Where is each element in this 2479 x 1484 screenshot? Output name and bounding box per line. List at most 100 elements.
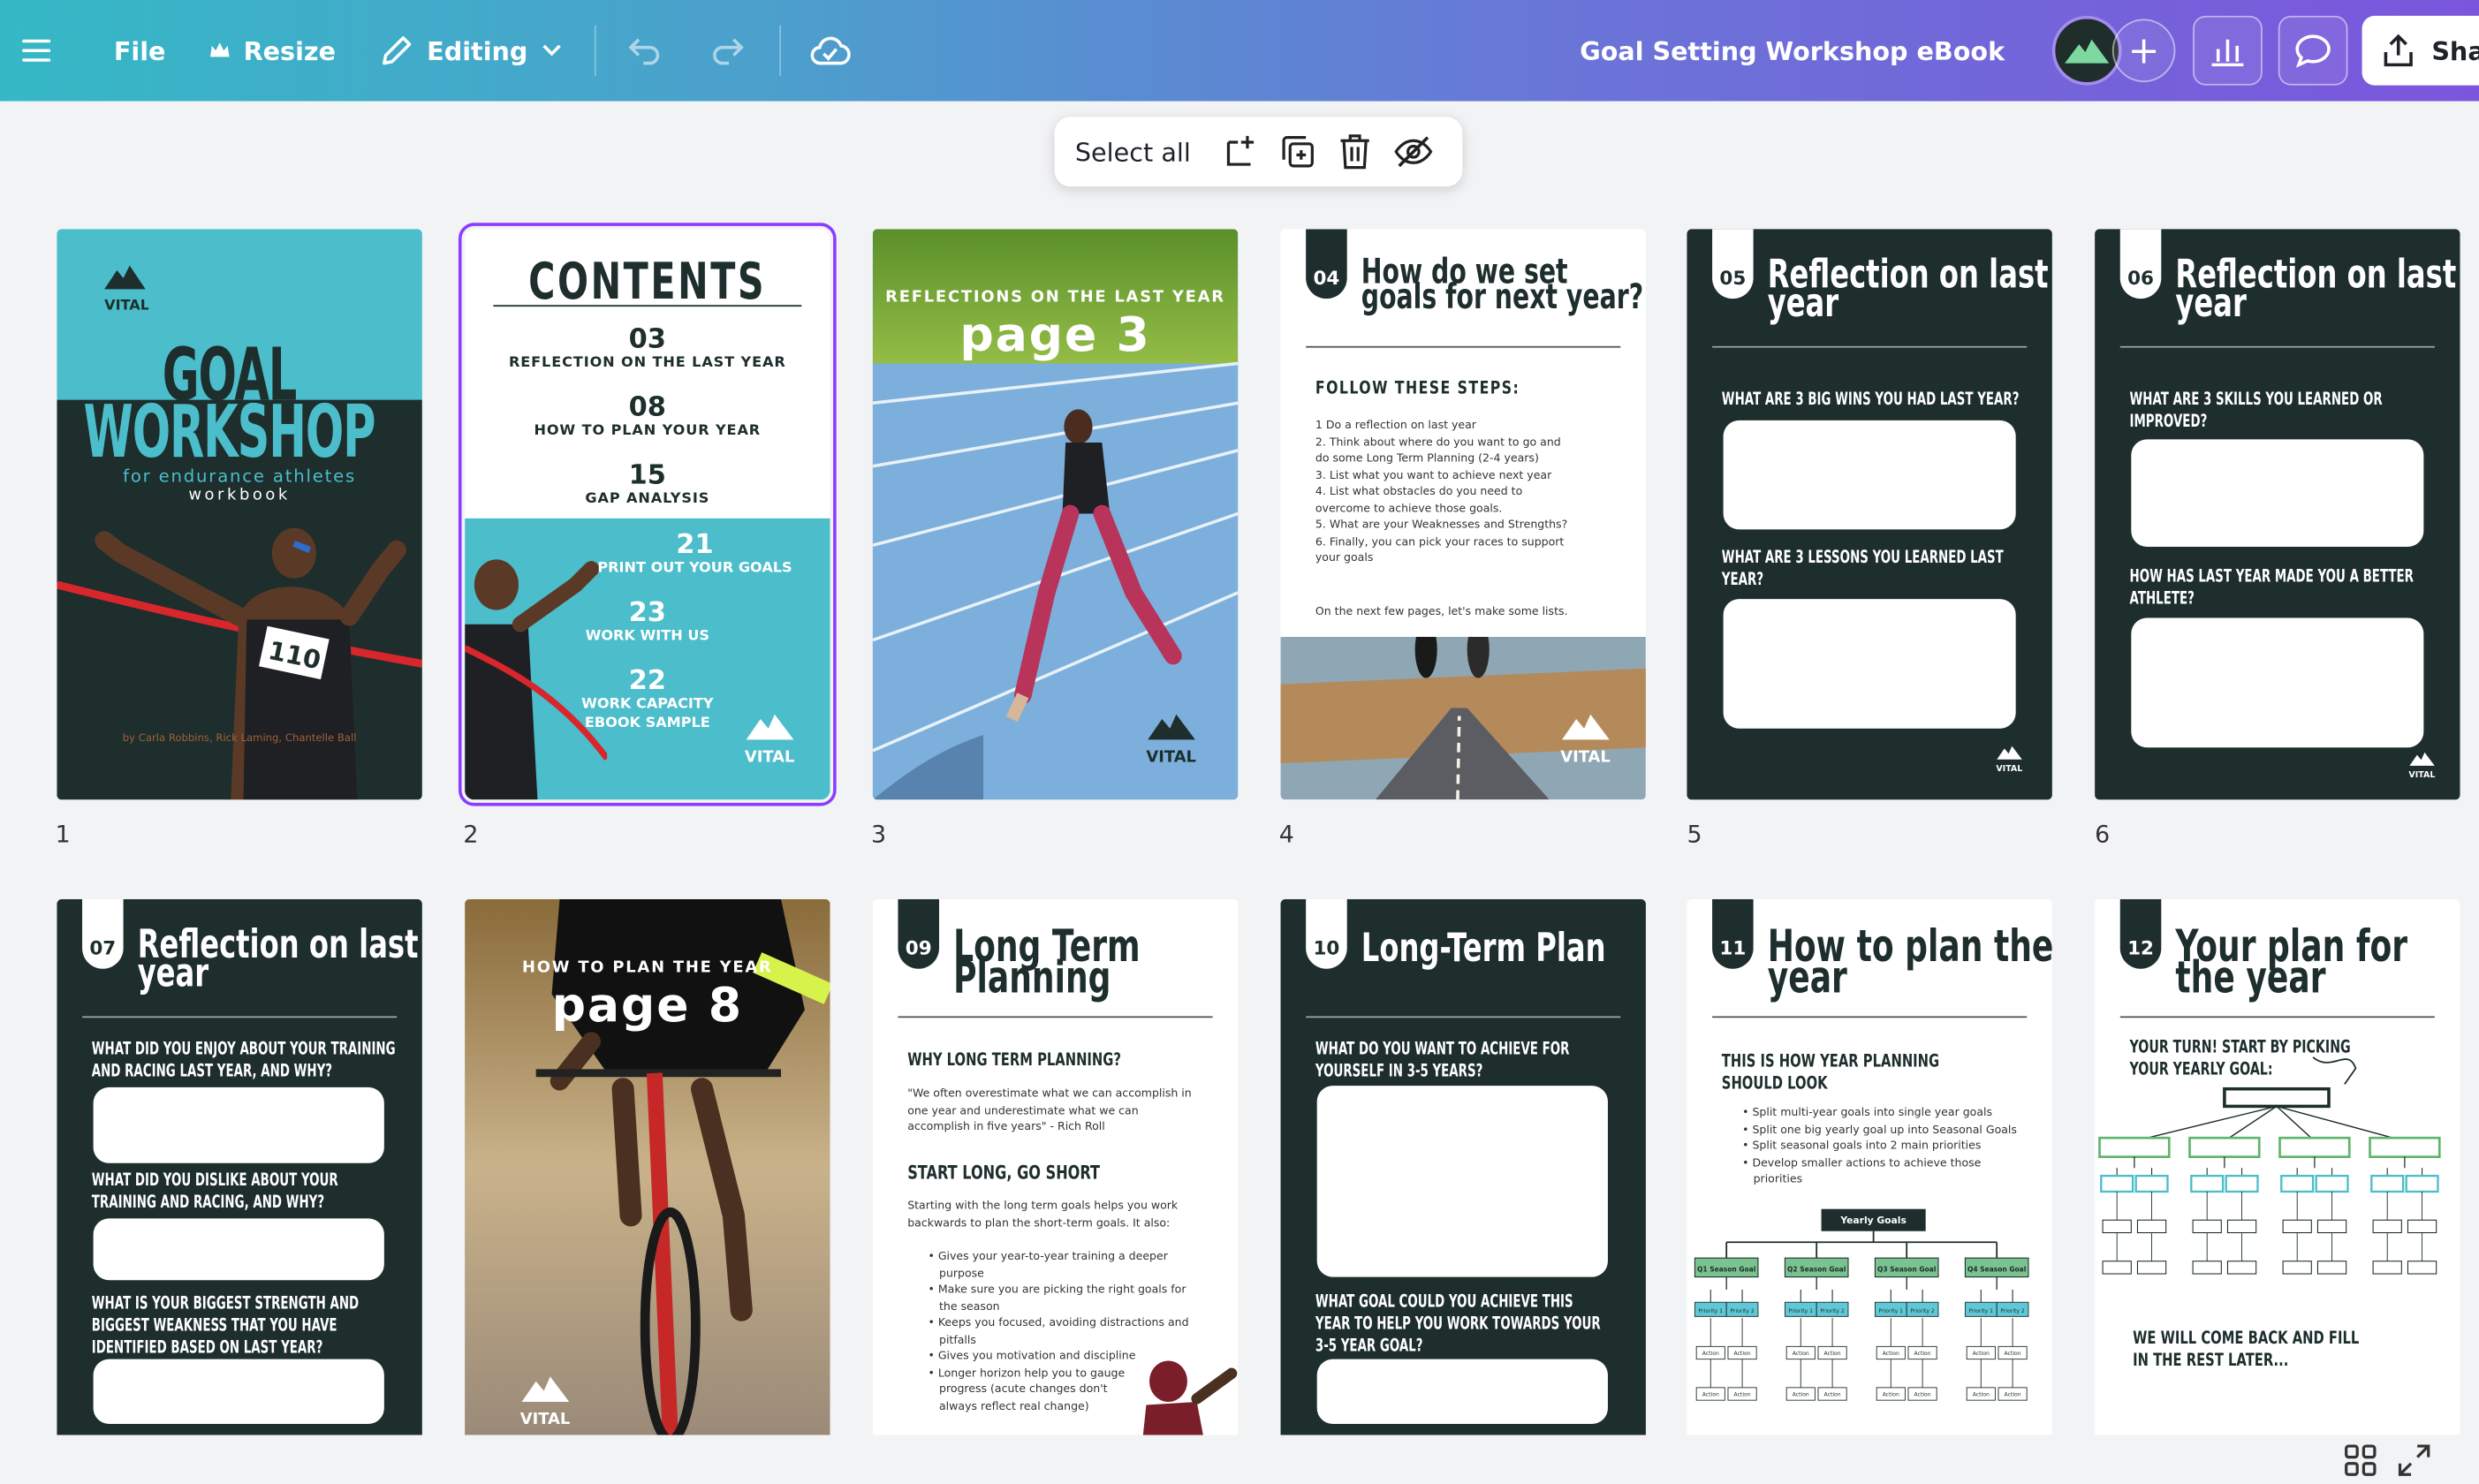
divider (2119, 345, 2435, 348)
season-blank-node (2369, 1136, 2441, 1158)
tree-connector (1980, 1276, 1998, 1303)
steps-heading: FOLLOW THESE STEPS: (1315, 377, 1520, 398)
redo-button[interactable] (709, 0, 747, 102)
menu-button[interactable] (22, 0, 51, 102)
vital-logo-icon: VITAL (1146, 714, 1196, 765)
page-thumbnail-11[interactable]: 11 How to plan the year THIS IS HOW YEAR… (1687, 899, 2052, 1435)
hamburger-icon (22, 39, 51, 62)
text-line: one year and underestimate what we can (907, 1103, 1139, 1117)
text-line: Starting with the long term goals helps … (907, 1199, 1179, 1213)
undo-button[interactable] (626, 0, 664, 102)
page-thumbnail-7[interactable]: 07 Reflection on last year WHAT DID YOU … (57, 899, 422, 1435)
steps-footer: On the next few pages, let's make some l… (1315, 605, 1568, 618)
document-title[interactable]: Goal Setting Workshop eBook (1580, 0, 2005, 102)
question-text: WHAT ARE 3 BIG WINS YOU HAD LAST YEAR? (1721, 389, 2020, 410)
title-line: Planning (953, 951, 1111, 1004)
page-thumbnail-2[interactable]: CONTENTS 03 REFLECTION ON THE LAST YEAR … (458, 223, 837, 806)
page-thumbnail-12[interactable]: 12 Your plan for the year YOUR TURN! STA… (2095, 899, 2460, 1435)
bullet-line: • Split seasonal goals into 2 main prior… (1742, 1139, 1982, 1153)
page-thumbnail-6[interactable]: 06 Reflection on last year WHAT ARE 3 SK… (2095, 229, 2460, 800)
priority-blank-node (2100, 1174, 2134, 1193)
page-tab-number: 05 (1712, 229, 1754, 299)
page-title: How do we set goals for next year? (1361, 255, 1646, 315)
page-title: How to plan the year (1768, 924, 2052, 1000)
page-thumbnail-1[interactable]: VITAL GOAL SETTING WORKSHOP for enduranc… (57, 229, 422, 800)
add-page-icon[interactable] (1223, 132, 1261, 170)
answer-box[interactable] (1723, 599, 2016, 729)
action-label: Action (1702, 1351, 1719, 1357)
question-text: WHAT ARE 3 SKILLS YOU LEARNED OR (2129, 389, 2383, 410)
duplicate-page-icon[interactable] (1279, 132, 1317, 170)
grid-view-icon[interactable] (2343, 1442, 2377, 1477)
insights-button[interactable] (2193, 15, 2263, 86)
bullet-list: • Split multi-year goals into single yea… (1742, 1105, 2043, 1188)
action-label: Action (1824, 1392, 1841, 1398)
season-goal-label: Q4 Season Goal (1967, 1265, 2026, 1273)
avatar[interactable] (2051, 15, 2122, 86)
priority-blank-node (2280, 1174, 2315, 1193)
select-all-button[interactable]: Select all (1075, 137, 1191, 167)
vital-logo-icon: VITAL (2408, 752, 2435, 779)
save-status[interactable] (809, 0, 851, 102)
tree-connector (1890, 1276, 1907, 1303)
footer-note-text: WE WILL COME BACK AND FILL (2133, 1327, 2360, 1349)
answer-box[interactable] (2131, 617, 2424, 748)
answer-box[interactable] (2131, 439, 2424, 548)
fullscreen-icon[interactable] (2397, 1442, 2431, 1477)
question-label: WHAT IS YOUR BIGGEST STRENGTH AND BIGGEST… (92, 1293, 422, 1359)
tree-connector (1996, 1276, 2013, 1303)
svg-text:VITAL: VITAL (2408, 770, 2435, 779)
page-big-title: page 8 (551, 978, 743, 1034)
action-label: Action (1793, 1392, 1809, 1398)
football-player-image (1142, 1360, 1238, 1435)
section-heading-text: THIS IS HOW YEAR PLANNING (1721, 1050, 1940, 1072)
priority-blank-node (2134, 1174, 2169, 1193)
hide-page-icon[interactable] (1393, 132, 1435, 170)
undo-icon (628, 38, 660, 65)
answer-box[interactable] (93, 1359, 384, 1425)
resize-button[interactable]: Resize (208, 0, 336, 102)
page-thumbnail-5[interactable]: 05 Reflection on last year WHAT ARE 3 BI… (1687, 229, 2052, 800)
action-blank-node (2192, 1219, 2222, 1234)
add-collaborator-button[interactable]: + (2111, 19, 2176, 83)
toc-title: CONTENTS (528, 251, 767, 312)
answer-box[interactable] (93, 1086, 384, 1163)
page-tab-number: 11 (1712, 899, 1754, 969)
question-text: WHAT DO YOU WANT TO ACHIEVE FOR (1315, 1038, 1570, 1059)
bullet-line: priorities (1753, 1172, 1803, 1185)
page-tab-number: 06 (2119, 229, 2162, 299)
action-blank-node (2407, 1261, 2437, 1275)
cover-workbook-label: workbook (188, 487, 291, 504)
page-kicker: HOW TO PLAN THE YEAR (521, 959, 773, 977)
chevron-down-icon (542, 44, 561, 57)
page-thumbnail-3[interactable]: REFLECTIONS ON THE LAST YEAR page 3 VITA… (872, 229, 1239, 800)
share-button[interactable]: Sha (2361, 15, 2479, 86)
page-thumbnail-9[interactable]: 09 Long Term Planning WHY LONG TERM PLAN… (872, 899, 1239, 1435)
page-thumbnail-10[interactable]: 10 Long-Term Plan WHAT DO YOU WANT TO AC… (1280, 899, 1646, 1435)
question-text: IMPROVED? (2129, 411, 2208, 432)
page-big-title: page 3 (959, 307, 1151, 364)
svg-text:VITAL: VITAL (1146, 747, 1196, 765)
toc-title-wrap: CONTENTS (465, 251, 830, 311)
season-goal-label: Q2 Season Goal (1787, 1265, 1846, 1273)
file-menu[interactable]: File (114, 0, 166, 102)
title-line: year (1767, 279, 1839, 326)
bullet-line: • Keeps you focused, avoiding distractio… (928, 1316, 1189, 1329)
trash-icon[interactable] (1336, 132, 1374, 170)
season-goal-label: Q3 Season Goal (1877, 1265, 1936, 1273)
page-thumbnail-4[interactable]: 04 How do we set goals for next year? FO… (1280, 229, 1646, 800)
page-thumbnail-8[interactable]: HOW TO PLAN THE YEAR page 8 VITAL (465, 899, 830, 1435)
blank-goal-tree-diagram (2098, 1056, 2441, 1275)
text-line: "We often overestimate what we can accom… (907, 1086, 1192, 1101)
editing-dropdown[interactable]: Editing (379, 0, 562, 102)
text-line: 1 Do a reflection on last year (1315, 419, 1476, 432)
answer-box[interactable] (93, 1218, 384, 1281)
priority-blank-node (2315, 1174, 2349, 1193)
comments-button[interactable] (2278, 15, 2348, 86)
answer-box[interactable] (1723, 420, 2016, 530)
tree-connector (1710, 1276, 1727, 1303)
answer-box[interactable] (1316, 1359, 1608, 1425)
answer-box[interactable] (1316, 1086, 1608, 1277)
season-blank-node (2098, 1136, 2171, 1158)
footer-note: WE WILL COME BACK AND FILL IN THE REST LA… (2133, 1328, 2435, 1372)
